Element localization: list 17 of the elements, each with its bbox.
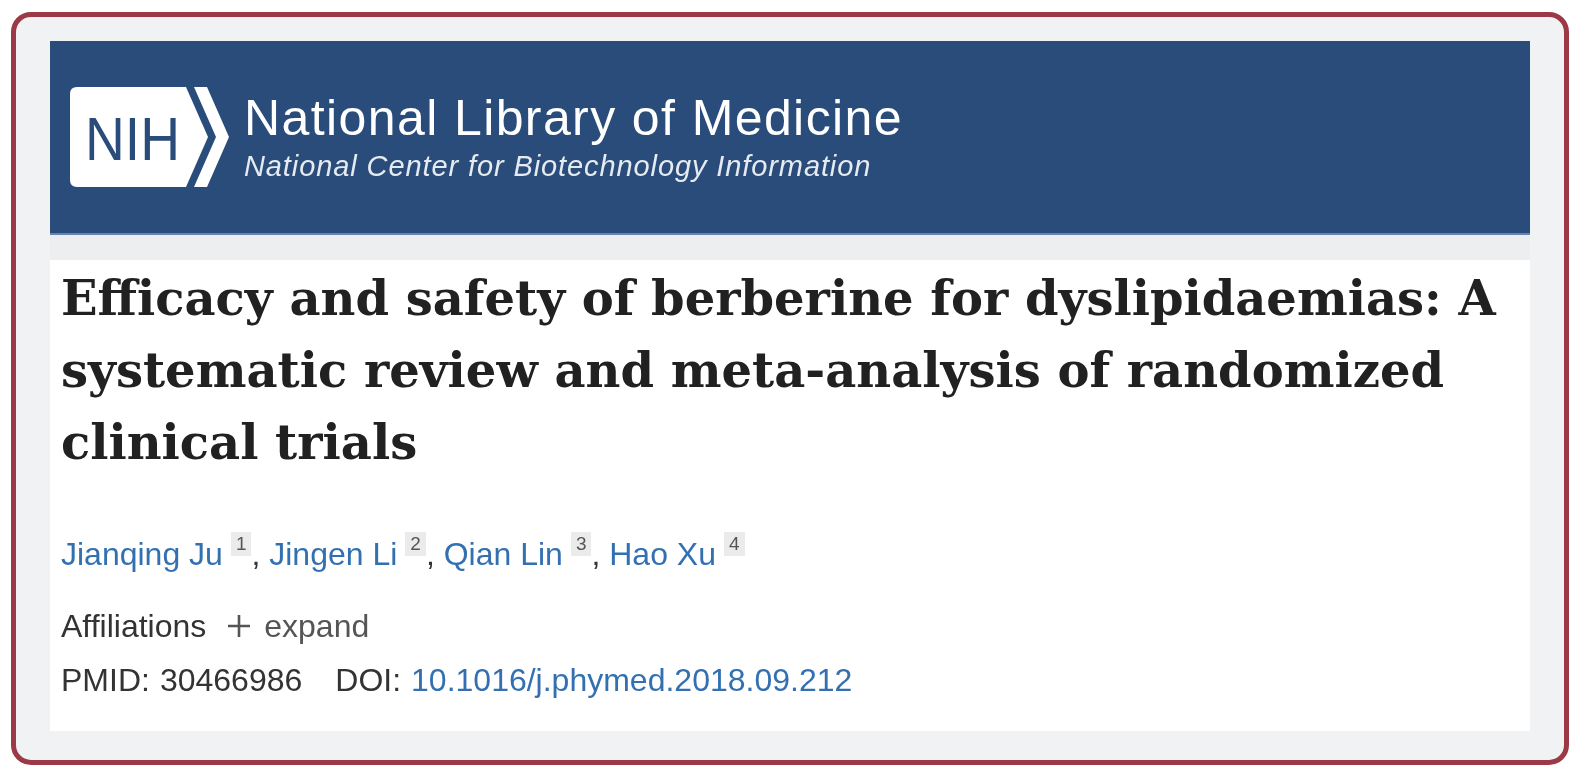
header-subtitle: National Center for Biotechnology Information	[244, 152, 872, 181]
affiliation-ref[interactable]: 4	[724, 532, 745, 556]
identifier-label: DOI:	[335, 661, 402, 700]
expand-button[interactable]: expand	[228, 606, 370, 646]
author-link[interactable]: Jingen Li	[269, 536, 398, 572]
header-title: National Library of Medicine	[244, 93, 903, 143]
identifier-label: PMID:	[61, 661, 150, 700]
author-link[interactable]: Qian Lin	[443, 536, 563, 572]
affiliation-ref[interactable]: 3	[570, 532, 592, 556]
identifier-link[interactable]: 10.1016/j.phymed.2018.09.212	[411, 660, 853, 700]
affiliations-label: Affiliations	[61, 607, 207, 646]
author-link[interactable]: Jianqing Ju	[61, 536, 223, 572]
article-title: Efficacy and safety of berberine for dyslipidaemias: A systematic review and meta-analysis of randomized clinical trials	[61, 269, 1498, 472]
author-link[interactable]: Hao Xu	[609, 536, 716, 572]
identifier-value: 30466986	[159, 661, 303, 700]
affiliation-ref[interactable]: 1	[230, 532, 252, 556]
affiliation-ref[interactable]: 2	[405, 532, 426, 556]
